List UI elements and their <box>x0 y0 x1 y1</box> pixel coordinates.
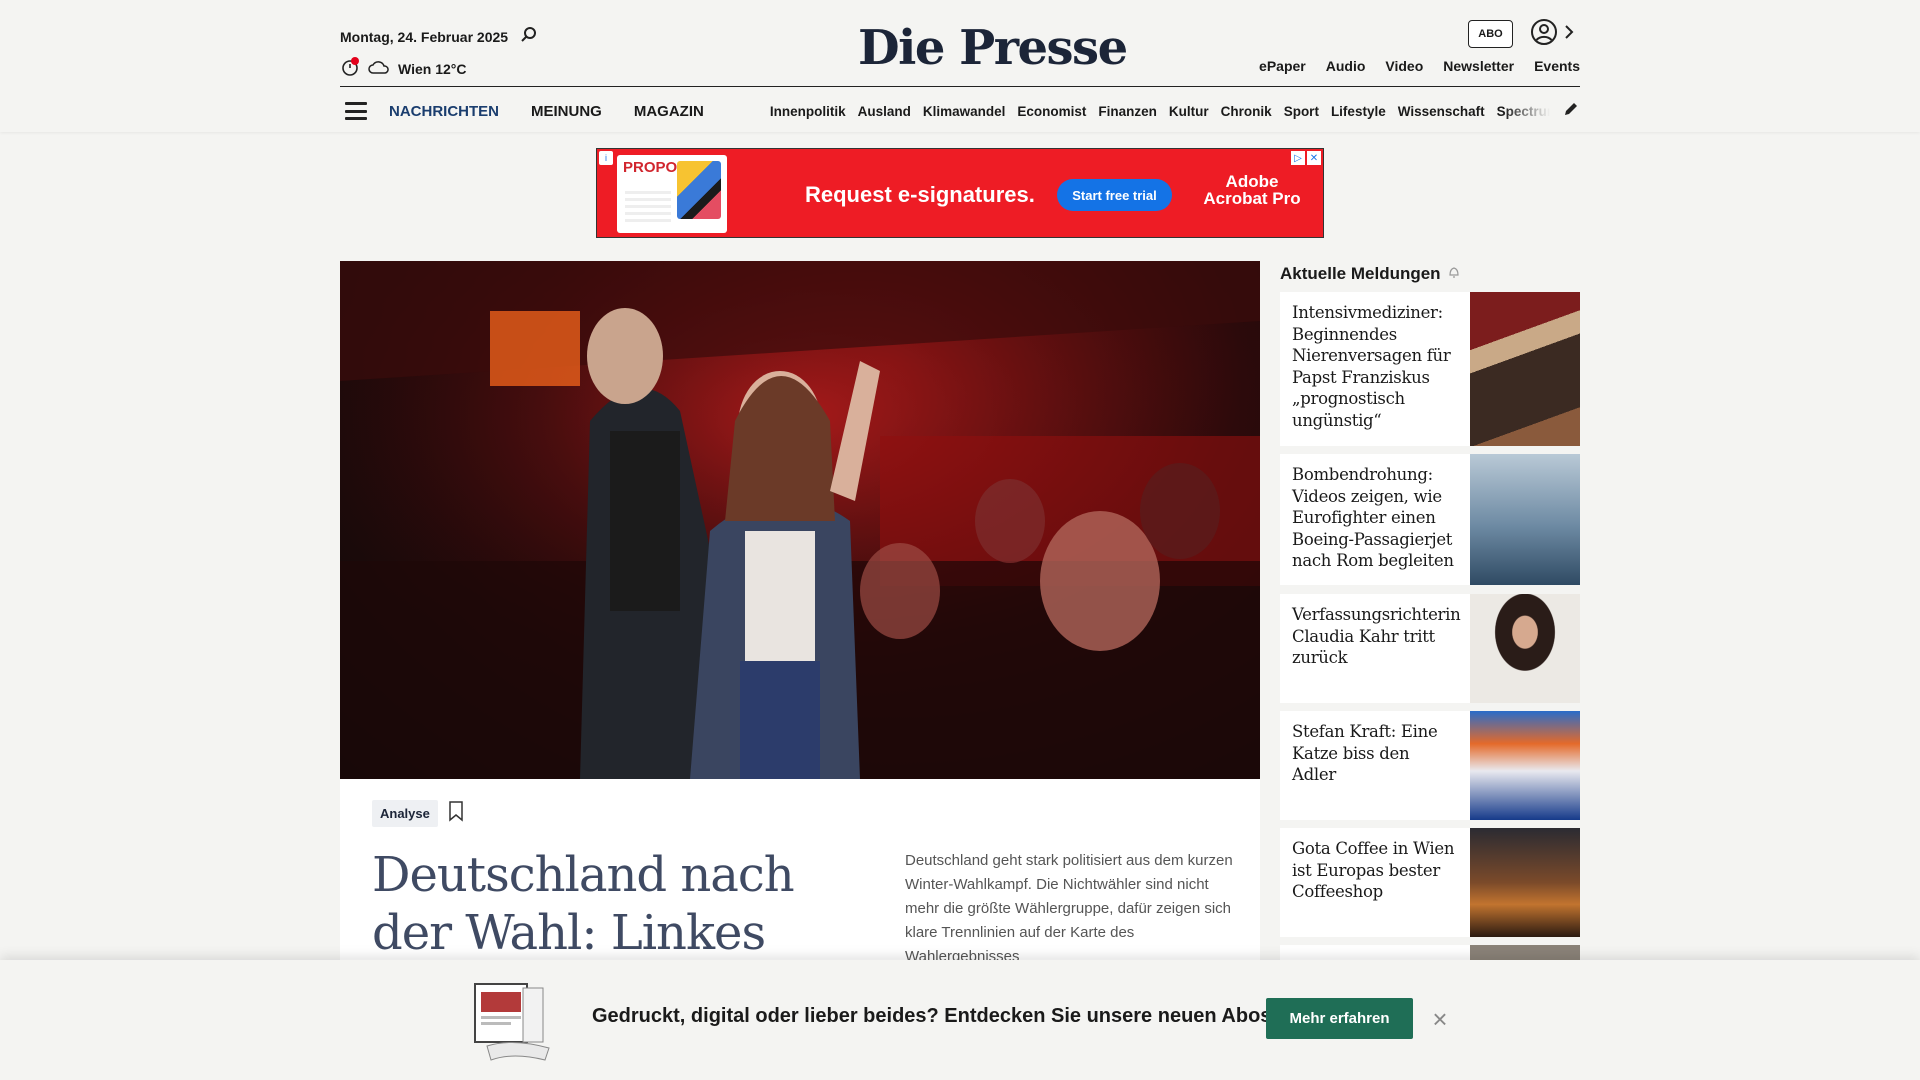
nav-chronik[interactable]: Chronik <box>1221 104 1272 119</box>
ad-controls: ▷ ✕ <box>1291 151 1321 165</box>
bookmark-icon[interactable] <box>448 800 464 827</box>
nav-innenpolitik[interactable]: Innenpolitik <box>770 104 846 119</box>
latest-news-title: Aktuelle Meldungen <box>1280 264 1461 284</box>
main-navigation: NACHRICHTEN MEINUNG MAGAZIN Innenpolitik… <box>340 96 1580 126</box>
search-icon[interactable] <box>520 26 538 47</box>
site-header: Montag, 24. Februar 2025 Wien 12°C Die P… <box>0 0 1920 132</box>
news-item-image[interactable] <box>1470 828 1580 937</box>
news-item-text[interactable]: Verfassungsrichterin Claudia Kahr tritt … <box>1280 594 1470 703</box>
ad-document-illustration: PROPOSAL <box>617 155 727 233</box>
nav-nachrichten[interactable]: NACHRICHTEN <box>389 103 499 120</box>
news-item-image[interactable] <box>1470 711 1580 820</box>
news-item-text[interactable]: Intensivmediziner: Beginnendes Nierenver… <box>1280 292 1470 446</box>
ad-close-icon[interactable]: ✕ <box>1307 151 1321 165</box>
cloud-icon <box>368 59 390 78</box>
ad-doc-lines <box>625 191 671 223</box>
nav-spectrum[interactable]: Spectrum <box>1497 104 1550 119</box>
ad-headline: Request e-signatures. <box>805 182 1035 207</box>
nav-lifestyle[interactable]: Lifestyle <box>1331 104 1386 119</box>
nav-klimawandel[interactable]: Klimawandel <box>923 104 1006 119</box>
promo-text: Gedruckt, digital oder lieber beides? En… <box>592 1005 1279 1027</box>
news-item-text[interactable]: Stefan Kraft: Eine Katze biss den Adler <box>1280 711 1470 820</box>
article-meta: Analyse <box>372 800 464 827</box>
ad-brand-line1: Adobe <box>1225 172 1279 191</box>
article-hero-image[interactable] <box>340 261 1260 779</box>
newspaper-bundle-image <box>473 980 555 1062</box>
learn-more-button[interactable]: Mehr erfahren <box>1266 998 1413 1039</box>
ad-banner[interactable]: i PROPOSAL Request e-signatures. Start f… <box>596 148 1324 238</box>
article-teaser: Deutschland geht stark politisiert aus d… <box>905 852 1233 965</box>
user-icon[interactable] <box>1530 18 1558 51</box>
news-item[interactable]: Stefan Kraft: Eine Katze biss den Adler <box>1280 711 1580 820</box>
link-newsletter[interactable]: Newsletter <box>1443 58 1514 74</box>
date-line: Montag, 24. Februar 2025 <box>340 26 538 47</box>
news-item[interactable]: Verfassungsrichterin Claudia Kahr tritt … <box>1280 594 1580 703</box>
nav-kultur[interactable]: Kultur <box>1169 104 1209 119</box>
user-menu[interactable] <box>1530 18 1574 51</box>
top-links: ePaper Audio Video Newsletter Events <box>1259 58 1580 74</box>
news-item[interactable]: Intensivmediziner: Beginnendes Nierenver… <box>1280 292 1580 446</box>
history-icon[interactable] <box>340 57 360 80</box>
link-video[interactable]: Video <box>1385 58 1423 74</box>
weather-widget: Wien 12°C <box>340 57 467 80</box>
ad-privacy-icon[interactable]: i <box>599 151 613 165</box>
latest-news-heading: Aktuelle Meldungen <box>1280 264 1441 283</box>
nav-economist[interactable]: Economist <box>1017 104 1086 119</box>
subscription-banner: Gedruckt, digital oder lieber beides? En… <box>0 960 1920 1080</box>
menu-icon[interactable] <box>345 102 367 120</box>
ad-brand-line2: Acrobat Pro <box>1203 189 1301 208</box>
lead-article[interactable]: Analyse Deutschland nach der Wahl: Linke… <box>340 261 1260 965</box>
chevron-right-icon[interactable] <box>1564 24 1574 45</box>
nav-magazin[interactable]: MAGAZIN <box>634 103 704 120</box>
nav-finanzen[interactable]: Finanzen <box>1098 104 1157 119</box>
news-item-image[interactable] <box>1470 594 1580 703</box>
header-divider <box>340 86 1580 87</box>
link-epaper[interactable]: ePaper <box>1259 58 1306 74</box>
current-date: Montag, 24. Februar 2025 <box>340 28 509 45</box>
close-icon[interactable]: × <box>1425 1004 1455 1034</box>
pencil-icon[interactable] <box>1562 100 1580 123</box>
news-item[interactable]: Bombendrohung: Videos zeigen, wie Eurofi… <box>1280 454 1580 585</box>
nav-sport[interactable]: Sport <box>1284 104 1319 119</box>
site-logo[interactable]: Die Presse <box>858 20 1128 76</box>
abo-button[interactable]: ABO <box>1468 20 1513 48</box>
weather-text: Wien 12°C <box>398 60 467 77</box>
news-item-text[interactable]: Gota Coffee in Wien ist Europas bester C… <box>1280 828 1470 937</box>
link-audio[interactable]: Audio <box>1326 58 1366 74</box>
ad-brand: Adobe Acrobat Pro <box>1197 173 1307 207</box>
bell-icon[interactable] <box>1447 264 1461 284</box>
news-item-text[interactable]: Bombendrohung: Videos zeigen, wie Eurofi… <box>1280 454 1470 585</box>
nav-wissenschaft[interactable]: Wissenschaft <box>1398 104 1485 119</box>
nav-subsections: Innenpolitik Ausland Klimawandel Economi… <box>770 104 1550 119</box>
article-headline[interactable]: Deutschland nach der Wahl: Linkes <box>372 846 802 962</box>
nav-main-sections: NACHRICHTEN MEINUNG MAGAZIN <box>389 103 704 120</box>
ad-choices-icon[interactable]: ▷ <box>1291 151 1305 165</box>
nav-meinung[interactable]: MEINUNG <box>531 103 602 120</box>
ad-doc-art <box>677 161 721 219</box>
news-item[interactable]: Gota Coffee in Wien ist Europas bester C… <box>1280 828 1580 937</box>
ad-cta-button[interactable]: Start free trial <box>1057 179 1172 211</box>
news-item-image[interactable] <box>1470 454 1580 585</box>
nav-ausland[interactable]: Ausland <box>858 104 911 119</box>
category-badge[interactable]: Analyse <box>372 800 438 827</box>
news-item-image[interactable] <box>1470 292 1580 446</box>
link-events[interactable]: Events <box>1534 58 1580 74</box>
